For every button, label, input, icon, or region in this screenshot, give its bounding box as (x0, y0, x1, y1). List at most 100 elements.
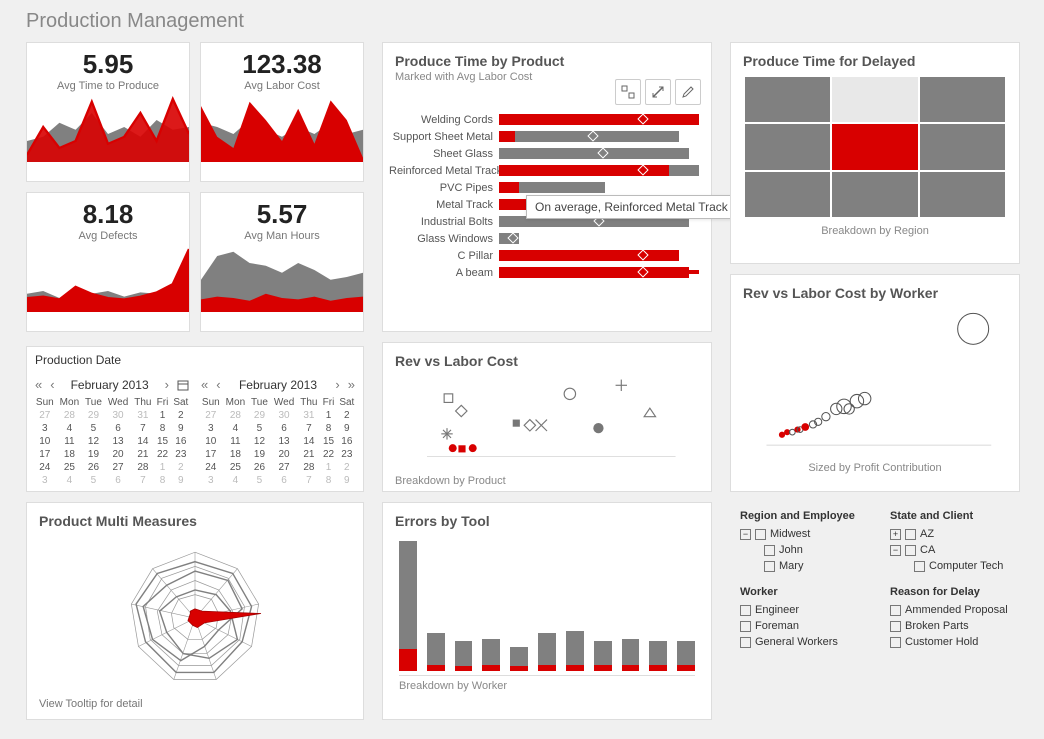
calendar-from[interactable]: « ‹ February 2013 › SunMonTueWedThuFriSa… (33, 373, 191, 487)
heatmap (731, 71, 1019, 221)
filter-title: Region and Employee (740, 510, 870, 522)
hbar-row: C Pillar (389, 247, 699, 264)
panel-rev-labor[interactable]: Rev vs Labor Cost Breakdown by Product (382, 342, 712, 492)
panel-caption: Breakdown by Product (383, 471, 711, 491)
edit-button[interactable] (675, 79, 701, 105)
panel-rev-labor-worker[interactable]: Rev vs Labor Cost by Worker Sized by Pro… (730, 274, 1020, 492)
calendar-grid[interactable]: SunMonTueWedThuFriSat 272829303112 34567… (199, 396, 357, 487)
checkbox[interactable] (740, 637, 751, 648)
kpi-value: 5.57 (205, 199, 359, 230)
filter-item-foreman[interactable]: Foreman (740, 620, 870, 632)
collapse-icon[interactable]: − (740, 529, 751, 540)
calendar-month-label: February 2013 (61, 378, 159, 392)
panel-produce-time-delayed[interactable]: Produce Time for Delayed Breakdown by Re… (730, 42, 1020, 264)
next-year-icon[interactable]: » (346, 377, 357, 392)
kpi-value: 8.18 (31, 199, 185, 230)
hbar-row: Sheet Glass (389, 145, 699, 162)
filter-item-computer-tech[interactable]: Computer Tech (890, 560, 1030, 572)
kpi-sparkline (27, 242, 189, 312)
kpi-panel-manhours[interactable]: 5.57 Avg Man Hours (200, 192, 364, 332)
hbar-row: Glass Windows (389, 230, 699, 247)
checkbox[interactable] (890, 605, 901, 616)
filter-title: Worker (740, 586, 870, 598)
kpi-sparkline (27, 92, 189, 162)
kpi-panel-labor[interactable]: 123.38 Avg Labor Cost (200, 42, 364, 182)
hbar-row: PVC Pipes (389, 179, 699, 196)
panel-product-multi[interactable]: Product Multi Measures (26, 502, 364, 720)
panel-title: Produce Time by Product (383, 43, 711, 71)
filter-item-amended[interactable]: Ammended Proposal (890, 604, 1030, 616)
kpi-sparkline (201, 92, 363, 162)
filter-item-john[interactable]: John (740, 544, 870, 556)
radar-chart (27, 531, 363, 696)
panel-title: Produce Time for Delayed (731, 43, 1019, 71)
panel-toolbar (615, 79, 701, 105)
page-title: Production Management (0, 0, 1044, 41)
expand-button[interactable] (645, 79, 671, 105)
panel-title: Rev vs Labor Cost by Worker (731, 275, 1019, 303)
panel-production-date[interactable]: Production Date « ‹ February 2013 › SunM… (26, 346, 364, 492)
checkbox[interactable] (764, 561, 775, 572)
checkbox[interactable] (740, 621, 751, 632)
bubble-chart (731, 303, 1019, 458)
labels-toggle-button[interactable] (615, 79, 641, 105)
hbar-row: Support Sheet Metal (389, 128, 699, 145)
kpi-sparkline (201, 242, 363, 312)
kpi-label: Avg Defects (31, 230, 185, 242)
filter-state-client: State and Client +AZ −CA Computer Tech R… (890, 510, 1030, 652)
kpi-label: Avg Labor Cost (205, 80, 359, 92)
filter-title: Reason for Delay (890, 586, 1030, 598)
filter-title: State and Client (890, 510, 1030, 522)
bar-chart (383, 531, 711, 671)
panel-note: View Tooltip for detail (27, 696, 363, 716)
panel-caption: Breakdown by Worker (383, 676, 711, 696)
checkbox[interactable] (890, 621, 901, 632)
kpi-label: Avg Time to Produce (31, 80, 185, 92)
prev-month-icon[interactable]: ‹ (48, 377, 56, 392)
filter-item-ca[interactable]: −CA (890, 544, 1030, 556)
kpi-value: 5.95 (31, 49, 185, 80)
prev-year-icon[interactable]: « (199, 377, 210, 392)
panel-errors-by-tool[interactable]: Errors by Tool Breakdown by Worker (382, 502, 712, 720)
filter-item-az[interactable]: +AZ (890, 528, 1030, 540)
checkbox[interactable] (905, 545, 916, 556)
panel-caption: Sized by Profit Contribution (731, 458, 1019, 478)
hbar-row: Welding Cords (389, 111, 699, 128)
prev-year-icon[interactable]: « (33, 377, 44, 392)
panel-title: Errors by Tool (383, 503, 711, 531)
filter-item-engineer[interactable]: Engineer (740, 604, 870, 616)
filter-region-employee: Region and Employee −Midwest John Mary W… (740, 510, 870, 652)
filter-item-midwest[interactable]: −Midwest (740, 528, 870, 540)
checkbox[interactable] (764, 545, 775, 556)
panel-title: Rev vs Labor Cost (383, 343, 711, 371)
collapse-icon[interactable]: − (890, 545, 901, 556)
filter-item-broken[interactable]: Broken Parts (890, 620, 1030, 632)
kpi-value: 123.38 (205, 49, 359, 80)
checkbox[interactable] (755, 529, 766, 540)
next-month-icon[interactable]: › (163, 377, 171, 392)
checkbox[interactable] (914, 561, 925, 572)
prev-month-icon[interactable]: ‹ (214, 377, 222, 392)
kpi-panel-time[interactable]: 5.95 Avg Time to Produce (26, 42, 190, 182)
expand-icon[interactable]: + (890, 529, 901, 540)
filter-item-general[interactable]: General Workers (740, 636, 870, 648)
panel-produce-time-product[interactable]: Produce Time by Product Marked with Avg … (382, 42, 712, 332)
hbar-row: A beam (389, 264, 699, 281)
next-month-icon[interactable]: › (333, 377, 341, 392)
panel-title: Production Date (27, 347, 363, 369)
kpi-label: Avg Man Hours (205, 230, 359, 242)
calendar-month-label: February 2013 (227, 378, 330, 392)
calendar-grid[interactable]: SunMonTueWedThuFriSat 272829303112 34567… (33, 396, 191, 487)
panel-caption: Breakdown by Region (731, 221, 1019, 241)
calendar-picker-icon[interactable] (175, 379, 191, 391)
checkbox[interactable] (905, 529, 916, 540)
kpi-panel-defects[interactable]: 8.18 Avg Defects (26, 192, 190, 332)
calendar-to[interactable]: « ‹ February 2013 › » SunMonTueWedThuFri… (199, 373, 357, 487)
checkbox[interactable] (890, 637, 901, 648)
checkbox[interactable] (740, 605, 751, 616)
panel-title: Product Multi Measures (27, 503, 363, 531)
dashboard-page: Production Management 5.95 Avg Time to P… (0, 0, 1044, 739)
scatter-chart (383, 371, 711, 471)
filter-item-mary[interactable]: Mary (740, 560, 870, 572)
filter-item-hold[interactable]: Customer Hold (890, 636, 1030, 648)
